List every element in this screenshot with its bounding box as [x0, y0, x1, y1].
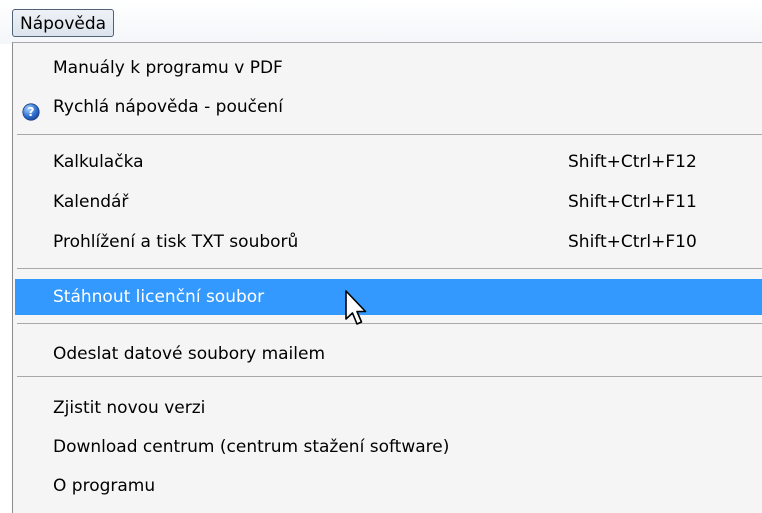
menu-item-label: Download centrum (centrum stažení softwa… — [53, 437, 450, 457]
svg-text:?: ? — [28, 105, 35, 119]
menu-separator — [17, 323, 762, 324]
menu-separator — [17, 134, 762, 135]
menu-item-label: Kalendář — [53, 192, 129, 212]
menu-item-label: Prohlížení a tisk TXT souborů — [53, 232, 299, 252]
menu-item-label: Manuály k programu v PDF — [53, 58, 283, 78]
menu-item-shortcut: Shift+Ctrl+F12 — [568, 152, 697, 172]
menu-item-label: Rychlá nápověda - poučení — [53, 97, 283, 117]
menu-item-check-new-version[interactable]: Zjistit novou verzi — [15, 390, 762, 426]
menu-item-pdf-manuals[interactable]: Manuály k programu v PDF — [15, 50, 762, 86]
help-icon: ? — [22, 98, 40, 121]
menu-item-calendar[interactable]: Kalendář Shift+Ctrl+F11 — [15, 184, 762, 220]
menu-title-napoveda[interactable]: Nápověda — [12, 9, 115, 37]
menu-item-label: Kalkulačka — [53, 152, 144, 172]
menu-item-send-data-files[interactable]: Odeslat datové soubory mailem — [15, 336, 762, 372]
menu-item-label: Stáhnout licenční soubor — [53, 287, 265, 307]
menu-item-label: Odeslat datové soubory mailem — [53, 344, 326, 364]
menu-separator — [17, 268, 762, 269]
menu-item-about[interactable]: O programu — [15, 468, 762, 504]
menu-item-download-license[interactable]: Stáhnout licenční soubor — [15, 279, 762, 315]
mouse-pointer-icon — [344, 289, 370, 329]
menu-separator — [17, 376, 762, 377]
menu-item-label: Zjistit novou verzi — [53, 398, 206, 418]
help-dropdown-menu: Manuály k programu v PDF ? Rychlá nápově… — [12, 42, 762, 513]
menu-item-quick-help[interactable]: ? Rychlá nápověda - poučení — [15, 89, 762, 125]
menu-item-label: O programu — [53, 476, 156, 496]
menu-item-download-center[interactable]: Download centrum (centrum stažení softwa… — [15, 429, 762, 465]
menu-item-shortcut: Shift+Ctrl+F10 — [568, 232, 697, 252]
menu-item-shortcut: Shift+Ctrl+F11 — [568, 192, 697, 212]
menu-item-calculator[interactable]: Kalkulačka Shift+Ctrl+F12 — [15, 144, 762, 180]
menu-item-txt-viewer[interactable]: Prohlížení a tisk TXT souborů Shift+Ctrl… — [15, 224, 762, 260]
menu-bar: Nápověda — [0, 0, 762, 44]
